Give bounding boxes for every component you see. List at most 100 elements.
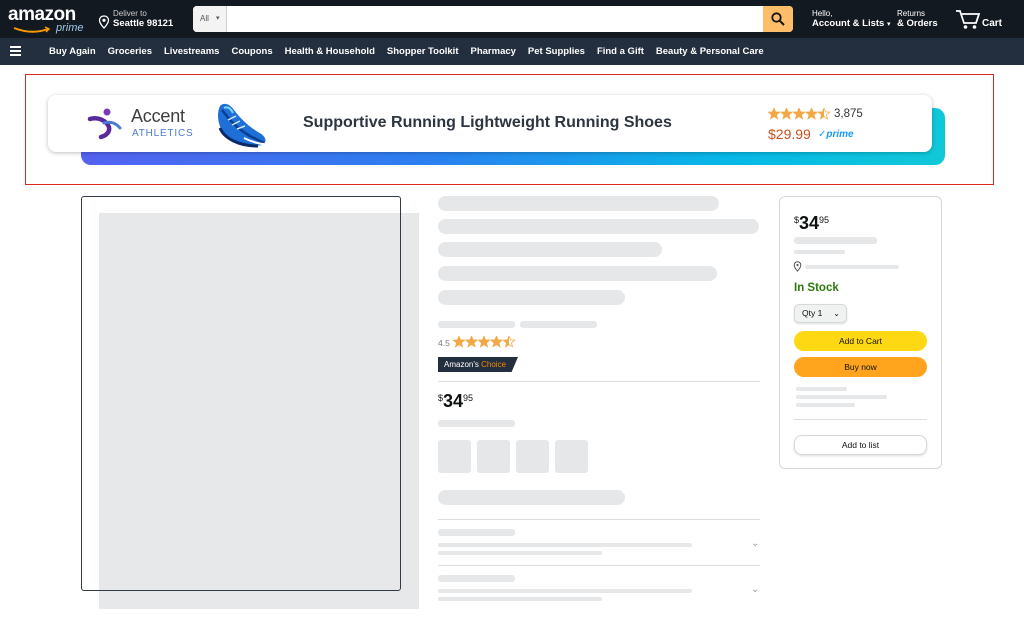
amazons-choice-badge: Amazon's Choice: [438, 357, 518, 372]
cart-icon: [956, 10, 981, 29]
location-pin-icon: [98, 15, 110, 29]
nav-link-groceries[interactable]: Groceries: [108, 46, 152, 57]
divider: [438, 519, 760, 520]
banner-review-count[interactable]: 3,875: [834, 108, 863, 120]
variant-swatch[interactable]: [438, 440, 471, 473]
brand-name: Accent: [131, 106, 185, 126]
deliver-location: Seattle 98121: [113, 18, 174, 29]
variant-swatch[interactable]: [516, 440, 549, 473]
location-pin-icon: [793, 261, 802, 272]
star-icon: [768, 108, 781, 120]
skeleton-line: [796, 387, 847, 391]
skeleton-line: [796, 395, 887, 399]
chevron-down-icon[interactable]: ⌄: [751, 584, 759, 595]
variant-swatch[interactable]: [477, 440, 510, 473]
add-to-cart-button[interactable]: Add to Cart: [794, 331, 927, 351]
amazon-logo[interactable]: amazon prime: [8, 4, 88, 34]
accent-athletics-logo-icon: [87, 108, 122, 140]
chevron-down-icon[interactable]: ⌄: [751, 538, 759, 549]
skeleton-line: [794, 250, 845, 254]
search-bar: All ▾: [193, 6, 793, 32]
nav-link-livestreams[interactable]: Livestreams: [164, 46, 219, 57]
stock-status: In Stock: [794, 282, 839, 294]
title-skeleton-line: [438, 196, 719, 211]
accordion-skeleton-line: [438, 543, 692, 547]
title-skeleton-line: [438, 219, 759, 234]
chevron-down-icon: ▾: [216, 15, 220, 22]
nav-link-shopper-toolkit[interactable]: Shopper Toolkit: [387, 46, 459, 57]
cart-button[interactable]: Cart: [955, 6, 1005, 32]
star-icon: [477, 336, 491, 348]
buy-now-button[interactable]: Buy now: [794, 357, 927, 377]
rating-value: 4.5: [438, 338, 450, 348]
title-skeleton-line: [438, 290, 625, 305]
deliver-label: Deliver to: [113, 9, 147, 18]
search-input[interactable]: [227, 6, 763, 32]
brand-subtitle: ATHLETICS: [132, 128, 194, 139]
star-icon: [489, 336, 504, 348]
account-greeting: Hello,: [812, 9, 833, 18]
top-nav: amazon prime Deliver to Seattle 98121 Al…: [0, 0, 1024, 38]
nav-link-pharmacy[interactable]: Pharmacy: [471, 46, 516, 57]
add-to-list-button[interactable]: Add to list: [794, 435, 927, 455]
orders-label: & Orders: [897, 18, 938, 29]
quantity-dropdown[interactable]: Qty 1 ⌄: [794, 304, 847, 323]
variant-swatch[interactable]: [555, 440, 588, 473]
accordion-skeleton-line: [438, 597, 602, 601]
returns-orders-link[interactable]: Returns & Orders: [897, 9, 938, 29]
accordion-skeleton-line: [438, 529, 515, 536]
star-icon: [779, 108, 794, 120]
product-image-frame[interactable]: [81, 196, 401, 591]
logo-prime-text: prime: [56, 22, 84, 34]
nav-link-beauty-personal-care[interactable]: Beauty & Personal Care: [656, 46, 764, 57]
accordion-skeleton-line: [438, 575, 515, 582]
secondary-nav: Buy Again Groceries Livestreams Coupons …: [0, 38, 1024, 65]
banner-star-rating[interactable]: [768, 108, 832, 120]
accordion-skeleton-line: [438, 551, 602, 555]
divider: [794, 419, 927, 420]
nav-link-buy-again[interactable]: Buy Again: [49, 46, 96, 57]
star-icon: [817, 108, 831, 120]
banner-price: $29.99: [768, 126, 811, 142]
quantity-label: Qty 1: [802, 308, 823, 318]
nav-links: Buy Again Groceries Livestreams Coupons …: [49, 38, 764, 65]
star-icon: [502, 336, 516, 348]
skeleton-line: [438, 420, 515, 427]
account-lists-label: Account & Lists ▾: [812, 18, 891, 29]
skeleton-line: [796, 403, 855, 407]
divider: [438, 565, 760, 566]
star-icon: [453, 336, 466, 348]
buybox-price: $3495: [794, 213, 830, 233]
skeleton-line: [805, 265, 899, 269]
banner-product-title[interactable]: Supportive Running Lightweight Running S…: [303, 114, 672, 132]
nav-link-pet-supplies[interactable]: Pet Supplies: [528, 46, 585, 57]
brand-skeleton-line: [520, 321, 597, 328]
returns-label: Returns: [897, 9, 926, 18]
nav-link-health-household[interactable]: Health & Household: [285, 46, 375, 57]
title-skeleton-line: [438, 242, 662, 257]
star-icon: [804, 108, 819, 120]
title-skeleton-line: [438, 266, 717, 281]
product-star-rating[interactable]: [453, 336, 517, 348]
skeleton-line: [794, 237, 877, 244]
running-shoe-image[interactable]: [214, 98, 270, 148]
star-icon: [792, 108, 806, 120]
nav-link-find-a-gift[interactable]: Find a Gift: [597, 46, 644, 57]
cart-label: Cart: [982, 18, 1003, 29]
search-icon: [771, 12, 785, 26]
nav-link-coupons[interactable]: Coupons: [231, 46, 272, 57]
chevron-down-icon: ▾: [886, 21, 891, 28]
search-category-label: All: [200, 14, 209, 23]
smile-icon: [13, 26, 51, 33]
divider: [438, 381, 760, 382]
search-category-dropdown[interactable]: All ▾: [193, 6, 227, 32]
search-button[interactable]: [763, 6, 793, 32]
menu-icon[interactable]: [10, 46, 21, 56]
account-lists-menu[interactable]: Hello, Account & Lists ▾: [812, 9, 890, 29]
prime-badge: ✓prime: [818, 129, 854, 140]
brand-skeleton-line: [438, 321, 515, 328]
product-price: $3495: [438, 391, 474, 411]
accordion-skeleton-line: [438, 589, 692, 593]
star-icon: [464, 336, 479, 348]
chevron-down-icon: ⌄: [833, 309, 840, 318]
